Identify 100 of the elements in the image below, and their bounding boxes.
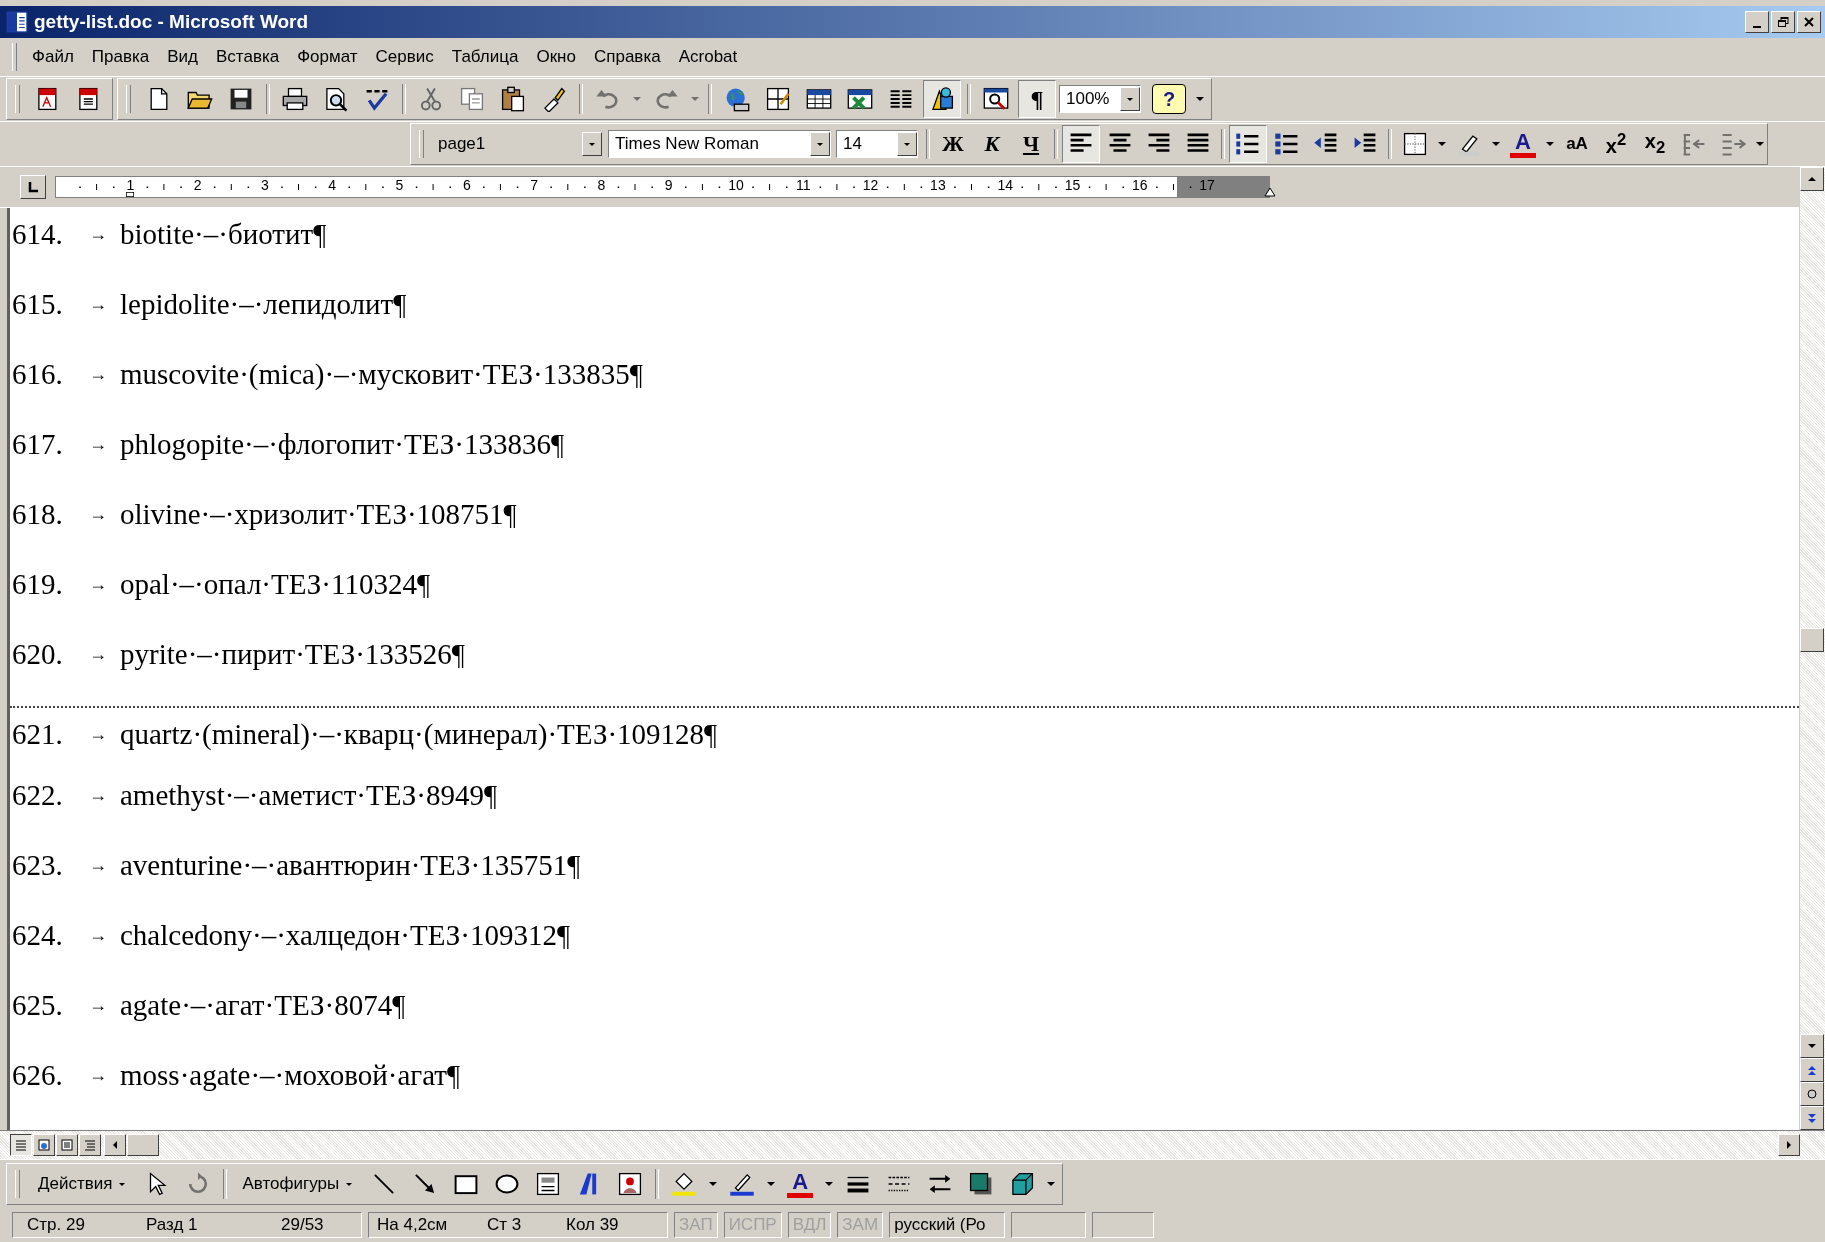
shapes-icon	[929, 86, 955, 112]
tab-mark: →	[88, 854, 108, 876]
list-number: 623.	[11, 848, 64, 882]
next-page-button[interactable]	[1800, 1106, 1824, 1130]
menu-item[interactable]: Окно	[527, 45, 585, 69]
zoom-combo[interactable]: 100%	[1059, 85, 1141, 113]
print-layout-button[interactable]	[56, 1134, 78, 1156]
font-color-button[interactable]: A	[781, 1165, 820, 1203]
menu-item[interactable]: Правка	[82, 45, 159, 69]
menu-item[interactable]: Формат	[288, 45, 367, 69]
list-number: 621.	[11, 717, 64, 751]
dropdown-button[interactable]	[810, 132, 830, 156]
minimize-button[interactable]	[1745, 11, 1769, 33]
help-button[interactable]: ?	[1152, 84, 1186, 114]
show-marks-button[interactable]: ¶	[1018, 80, 1056, 118]
toolbar-handle[interactable]	[15, 1170, 20, 1198]
print-view-icon	[61, 1139, 73, 1151]
clipboard-icon	[500, 86, 526, 112]
tab-mark: →	[88, 433, 108, 455]
outline-view-button[interactable]	[79, 1134, 101, 1156]
caret-icon	[691, 97, 699, 101]
status-panel	[1092, 1212, 1155, 1238]
scroll-up-button[interactable]	[1800, 167, 1824, 191]
browse-object-button[interactable]	[1800, 1082, 1824, 1106]
font-color-button[interactable]: A	[1504, 125, 1542, 163]
text-box-icon	[535, 1171, 562, 1197]
caret-icon	[1492, 142, 1500, 146]
list-item-text: chalcedony·–·халцедон·ТЕЗ·109312¶	[120, 918, 571, 952]
caret-icon	[903, 141, 911, 147]
menu-item[interactable]: Сервис	[366, 45, 443, 69]
previous-page-button[interactable]	[1800, 1058, 1824, 1082]
caret-icon	[1196, 97, 1204, 101]
numbered-list-icon	[1235, 131, 1261, 157]
restore-button[interactable]	[1771, 11, 1795, 33]
menu-button[interactable]: Автофигуры	[233, 1165, 363, 1203]
ruler-number: 15	[1064, 178, 1081, 192]
tab-mark: →	[88, 924, 108, 946]
underline-button[interactable]: Ч	[1012, 125, 1050, 163]
superscript-button[interactable]: x$^{2}$	[1597, 125, 1635, 163]
menu-item[interactable]: Справка	[584, 45, 670, 69]
numbering-button[interactable]	[1229, 125, 1267, 163]
left-arrow-icon	[112, 1140, 118, 1150]
scroll-thumb[interactable]	[127, 1134, 159, 1156]
list-number: 615.	[11, 287, 64, 321]
list-item-text: olivine·–·хризолит·ТЕЗ·108751¶	[120, 497, 517, 531]
scroll-right-button[interactable]	[1778, 1134, 1800, 1156]
font-combo[interactable]: Times New Roman	[608, 130, 831, 158]
scroll-left-button[interactable]	[104, 1134, 126, 1156]
scroll-thumb[interactable]	[1800, 628, 1824, 652]
normal-view-button[interactable]	[10, 1134, 32, 1156]
scissors-icon	[418, 86, 444, 112]
table-pencil-icon	[765, 86, 791, 112]
toolbar-handle[interactable]	[419, 130, 424, 158]
toolbar-handle[interactable]	[15, 85, 20, 113]
pages-icon	[459, 86, 485, 112]
list-number: 617.	[11, 427, 64, 461]
menu-item[interactable]: Файл	[23, 45, 83, 69]
web-view-button[interactable]	[33, 1134, 55, 1156]
normal-view-icon	[15, 1139, 27, 1151]
list-number: 618.	[11, 497, 64, 531]
font-size-combo[interactable]: 14	[836, 130, 918, 158]
menu-handle[interactable]	[12, 43, 17, 71]
caret-icon	[816, 141, 824, 147]
list-number: 626.	[11, 1058, 64, 1092]
ruler-number: 13	[930, 178, 946, 192]
dropdown-button[interactable]	[897, 132, 917, 156]
drawing-button[interactable]	[923, 80, 961, 118]
caret-icon	[1438, 142, 1446, 146]
change-case-button[interactable]: aA	[1558, 125, 1596, 163]
menu-item[interactable]: Вид	[158, 45, 207, 69]
dropdown-button[interactable]	[1120, 87, 1140, 111]
dropdown-button[interactable]	[582, 132, 602, 156]
caret-icon	[1126, 96, 1134, 102]
document-icon	[6, 11, 28, 33]
ruler-number: 9	[664, 178, 673, 192]
bulleted-list-icon	[1274, 131, 1300, 157]
tab-stop-icon	[27, 181, 39, 193]
menu-button[interactable]: Действия	[29, 1165, 136, 1203]
menu-item[interactable]: Вставка	[207, 45, 289, 69]
italic-button[interactable]: К	[973, 125, 1011, 163]
double-up-arrow-icon	[1807, 1064, 1817, 1076]
caret-icon	[1546, 142, 1554, 146]
cube-icon	[1009, 1171, 1036, 1197]
toolbar-handle[interactable]	[126, 85, 131, 113]
list-item-text: phlogopite·–·флогопит·ТЕЗ·133836¶	[120, 427, 565, 461]
close-button[interactable]	[1797, 11, 1821, 33]
bold-button[interactable]: Ж	[934, 125, 972, 163]
scroll-down-button[interactable]	[1800, 1034, 1824, 1058]
window-title: getty-list.doc - Microsoft Word	[34, 11, 310, 33]
tab-selector-button[interactable]	[20, 175, 46, 199]
subscript-button[interactable]: x$_{2}$	[1636, 125, 1674, 163]
list-number: 619.	[11, 567, 64, 601]
align-left-button[interactable]	[1062, 125, 1100, 163]
caret-icon	[633, 97, 641, 101]
menu-item[interactable]: Таблица	[442, 45, 528, 69]
status-text: Стр. 29	[26, 1215, 86, 1235]
menu-item[interactable]: Acrobat	[669, 45, 747, 69]
ruler-number: 17	[1199, 178, 1215, 192]
tab-mark: →	[88, 293, 108, 315]
tab-mark: →	[88, 784, 108, 806]
